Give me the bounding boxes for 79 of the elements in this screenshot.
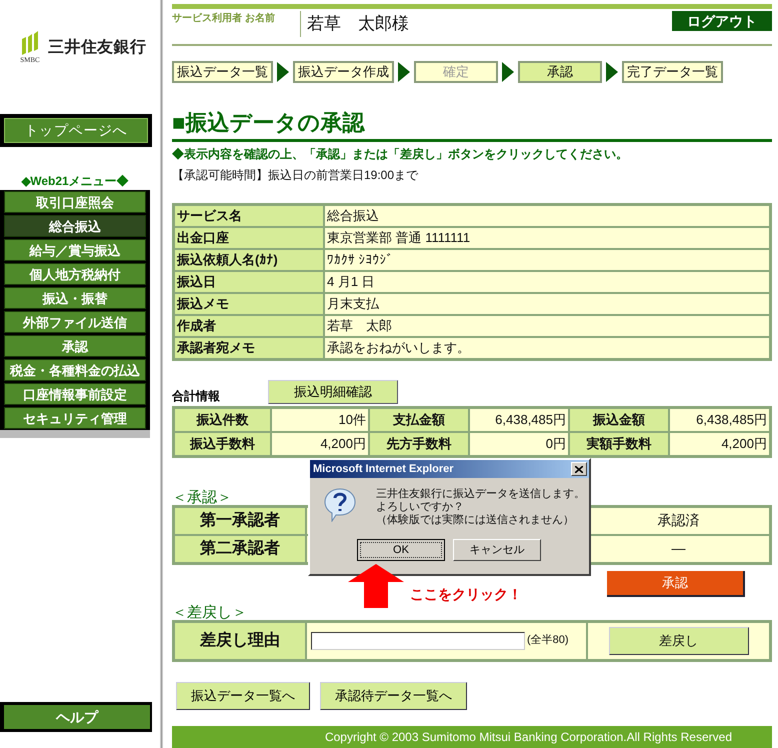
table-cell: 振込日 xyxy=(174,270,324,292)
callout-text: ここをクリック！ xyxy=(410,585,522,604)
menu-item[interactable]: 取引口座照会 xyxy=(4,191,146,213)
table-cell: 6,438,485円 xyxy=(469,408,569,432)
char-limit-note: (全半80) xyxy=(527,633,569,648)
menu-item[interactable]: 承認 xyxy=(4,335,146,357)
table-cell: 振込手数料 xyxy=(174,432,271,456)
table-cell: 6,438,485円 xyxy=(669,408,770,432)
logo-icon xyxy=(20,30,40,55)
table-cell: 4 月1 日 xyxy=(324,270,770,292)
table-cell: 実額手数料 xyxy=(569,432,669,456)
instruction-text: ◆表示内容を確認の上、「承認」または「差戻し」ボタンをクリックしてください。 xyxy=(172,146,629,162)
dialog-button[interactable]: OK xyxy=(357,539,445,561)
table-cell: 4,200円 xyxy=(669,432,770,456)
dialog-message: 三井住友銀行に振込データを送信します。 よろしいですか？ （体験版では実際には送信されません） xyxy=(376,488,585,527)
logout-button[interactable]: ログアウト xyxy=(672,11,772,31)
table-cell: 作成者 xyxy=(174,314,324,336)
close-icon xyxy=(575,466,583,472)
table-cell: 第一承認者 xyxy=(174,506,306,534)
menu-item[interactable]: 給与／賞与振込 xyxy=(4,239,146,261)
help-button[interactable]: ヘルプ xyxy=(4,705,150,729)
table-cell: 先方手数料 xyxy=(369,432,469,456)
section-heading: ＜承認＞ xyxy=(172,490,232,504)
user-label: サービス利用者 お名前 xyxy=(172,12,276,26)
close-button[interactable] xyxy=(571,462,587,476)
table-cell: ﾜｶｸｻ ｼﾖｳｼﾞ xyxy=(324,248,770,270)
step-arrow-icon xyxy=(605,62,619,82)
table-cell: 0円 xyxy=(469,432,569,456)
footer: Copyright © 2003 Sumitomo Mitsui Banking Corporation.All Rights Reserved xyxy=(172,726,772,748)
menu-title: ◆Web21メニュー◆ xyxy=(20,173,130,190)
table-cell: 東京営業部 普通 1111111 xyxy=(324,226,770,248)
arrow-icon xyxy=(348,564,404,608)
table-cell: 承認者宛メモ xyxy=(174,336,324,358)
menu-item[interactable]: 個人地方税納付 xyxy=(4,263,146,285)
section-heading: ＜差戻し＞ xyxy=(172,604,247,620)
summary-label: 合計情報 xyxy=(172,388,221,404)
menu-item[interactable]: 税金・各種料金の払込 xyxy=(4,359,146,381)
table-cell: 出金口座 xyxy=(174,226,324,248)
nav-button[interactable]: 承認待データ一覧へ xyxy=(320,682,467,710)
detail-button[interactable]: 振込明細確認 xyxy=(268,380,398,404)
time-note: 【承認可能時間】振込日の前営業日19:00まで xyxy=(172,166,420,184)
table-cell: 差戻し理由 xyxy=(174,622,306,660)
menu-item[interactable]: 総合振込 xyxy=(4,215,146,237)
step-arrow-icon xyxy=(276,62,290,82)
page-title: ■振込データの承認 xyxy=(172,109,772,142)
table-cell: 10件 xyxy=(271,408,369,432)
menu-item[interactable]: 口座情報事前設定 xyxy=(4,383,146,405)
table-cell: 総合振込 xyxy=(324,204,770,226)
step-label: 完了データ一覧 xyxy=(622,61,723,83)
table-cell: 4,200円 xyxy=(271,432,369,456)
reason-input-field[interactable] xyxy=(311,632,525,650)
table-cell: 若草 太郎 xyxy=(324,314,770,336)
table-cell: 振込件数 xyxy=(174,408,271,432)
dialog-button[interactable]: キャンセル xyxy=(453,539,541,561)
approve-button[interactable]: 承認 xyxy=(607,570,745,596)
table-cell: 振込依頼人名(ｶﾅ) xyxy=(174,248,324,270)
top-page-button[interactable]: トップページへ xyxy=(4,118,148,143)
table-cell: 承認をおねがいします。 xyxy=(324,336,770,358)
step-label: 振込データ一覧 xyxy=(172,61,273,83)
table-cell: 支払金額 xyxy=(369,408,469,432)
step-label: 承認 xyxy=(518,61,602,83)
step-arrow-icon xyxy=(501,62,515,82)
sendback-button[interactable]: 差戻し xyxy=(608,626,748,654)
step-label: 振込データ作成 xyxy=(293,61,394,83)
dialog-title: Microsoft Internet Explorer xyxy=(313,462,454,477)
table-cell: サービス名 xyxy=(174,204,324,226)
table-cell: 第二承認者 xyxy=(174,534,306,562)
menu-item[interactable]: 振込・振替 xyxy=(4,287,146,309)
user-name: 若草 太郎様 xyxy=(300,11,409,36)
step-arrow-icon xyxy=(397,62,411,82)
menu-item[interactable]: セキュリティ管理 xyxy=(4,407,146,429)
question-icon xyxy=(324,488,356,522)
nav-button[interactable]: 振込データ一覧へ xyxy=(176,682,310,710)
menu-item[interactable]: 外部ファイル送信 xyxy=(4,311,146,333)
table-cell: 振込金額 xyxy=(569,408,669,432)
table-cell: 月末支払 xyxy=(324,292,770,314)
bank-name: 三井住友銀行 xyxy=(48,38,146,58)
step-label: 確定 xyxy=(414,61,498,83)
table-cell: 振込メモ xyxy=(174,292,324,314)
